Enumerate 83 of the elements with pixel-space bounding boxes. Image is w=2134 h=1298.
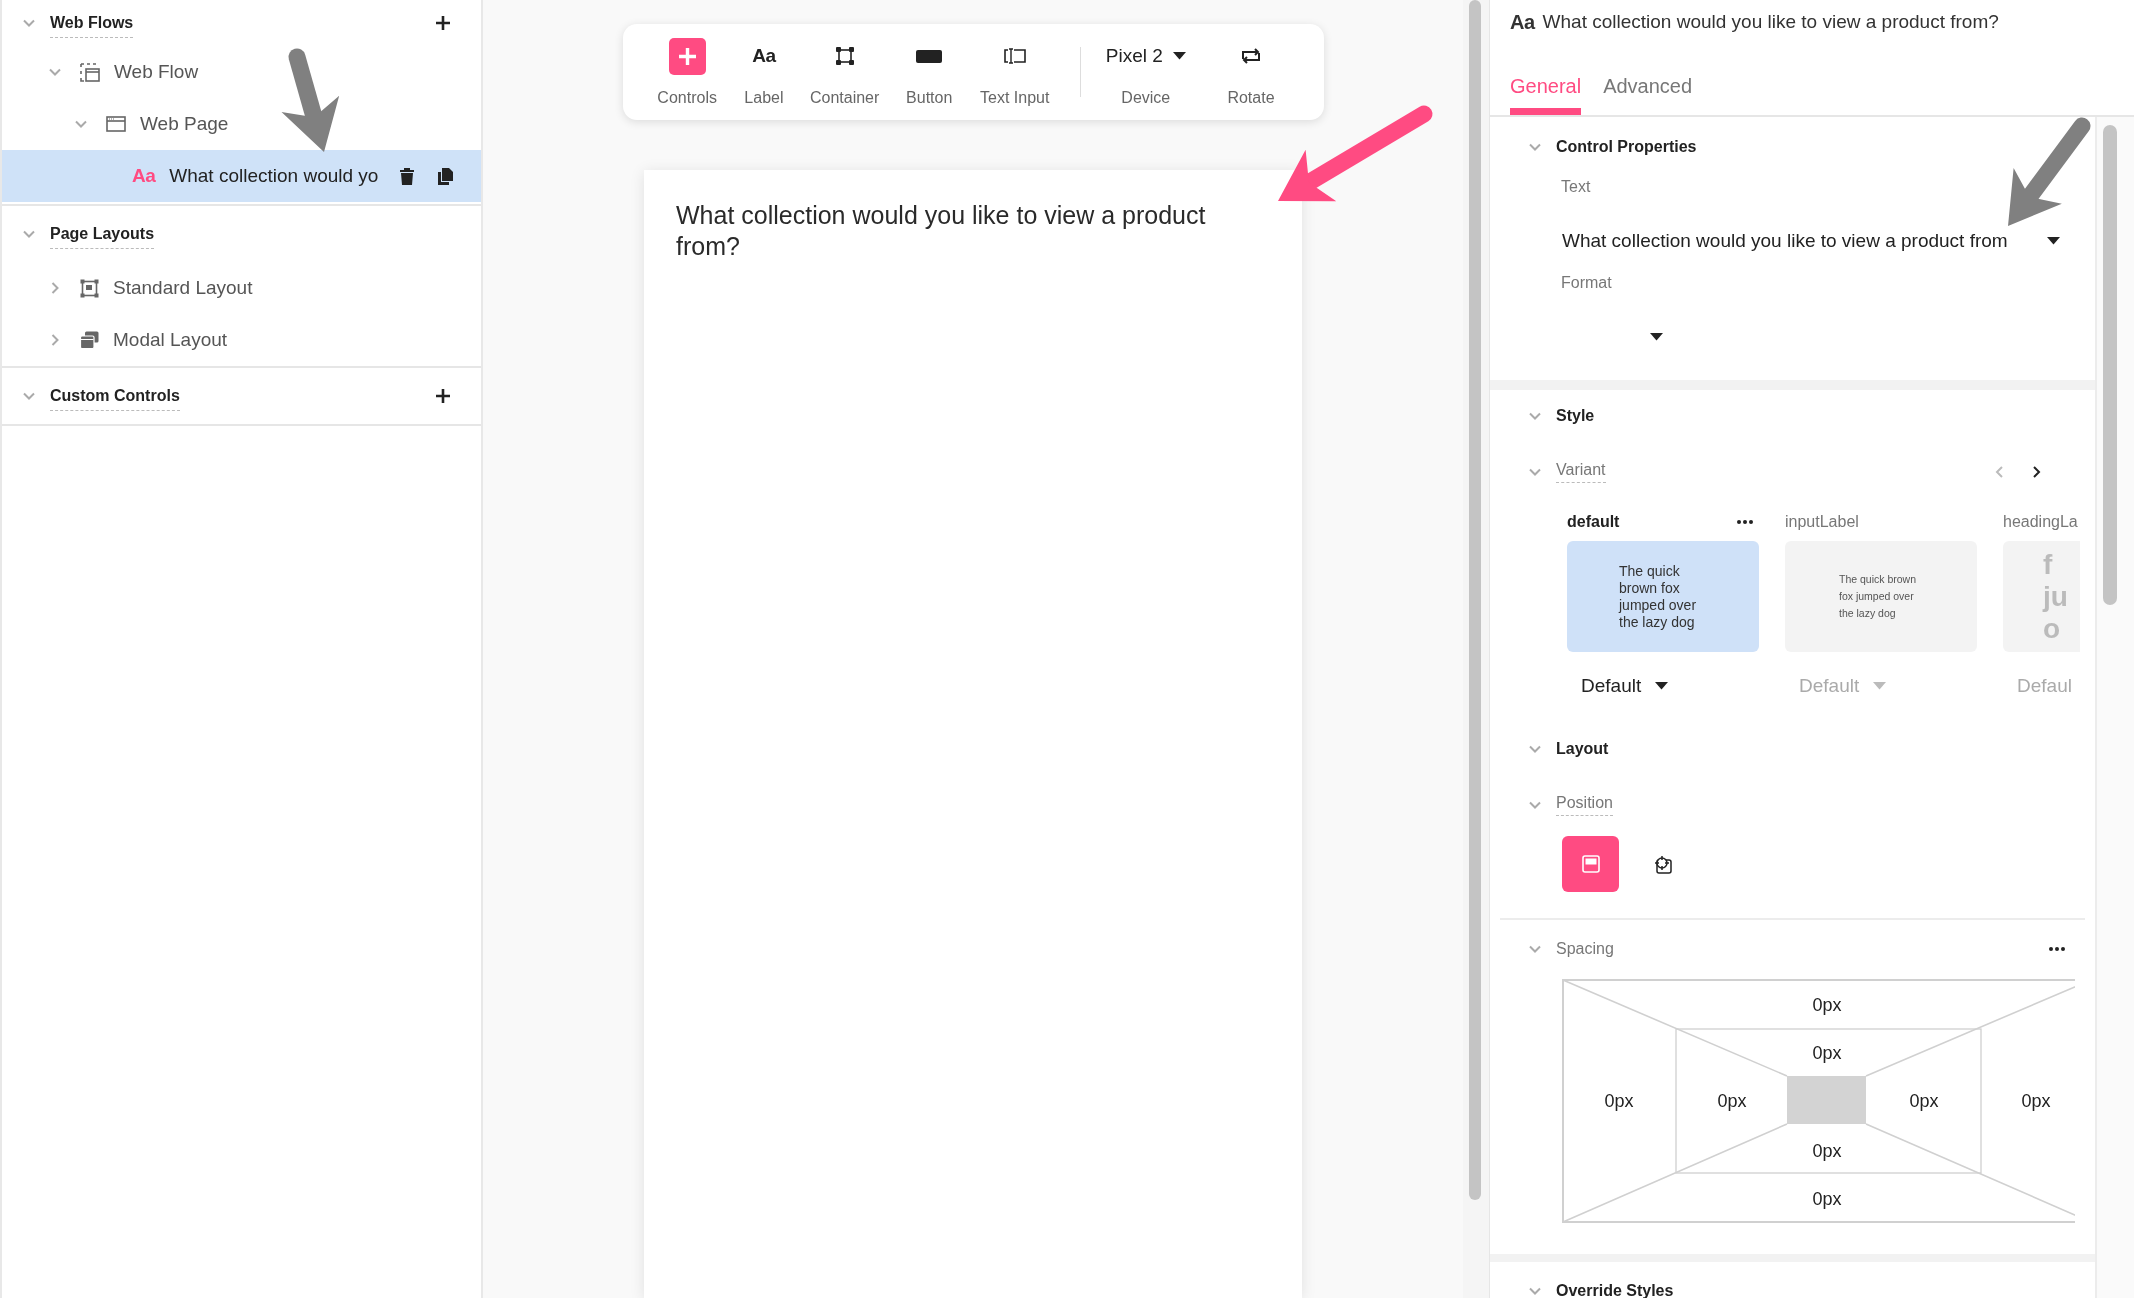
margin-value[interactable]: 0px [1812, 1188, 1842, 1210]
add-button[interactable] [435, 15, 451, 31]
section-title: Page Layouts [50, 225, 155, 249]
margin-value[interactable]: 0px [2021, 1090, 2051, 1112]
rotate-icon [1239, 48, 1262, 64]
label-glyph-icon: Aa [132, 165, 156, 187]
more-icon[interactable] [1737, 520, 1753, 524]
label-glyph-icon: Aa [1510, 10, 1535, 34]
stacked-windows-icon [80, 331, 99, 349]
padding-value[interactable]: 0px [1717, 1090, 1747, 1112]
preview-text: The quick [1619, 562, 1680, 580]
variant-select[interactable]: Default [1567, 671, 1759, 701]
label-glyph-icon: Aa [752, 45, 776, 67]
previous-icon[interactable] [1995, 465, 2005, 479]
variant-name: default [1567, 513, 1620, 531]
tree-item[interactable]: Modal Layout [2, 314, 481, 366]
padding-value[interactable]: 0px [1812, 1140, 1842, 1162]
preview-label-text: What collection would you like to view a product from? [676, 200, 1207, 262]
text-select[interactable]: What collection would you like to view a product from [1554, 217, 2060, 265]
section-title: Web Flows [50, 14, 134, 38]
preview-text: ju [2043, 580, 2068, 613]
more-icon[interactable] [2049, 947, 2065, 951]
tree-item[interactable]: Web Flow [2, 46, 481, 98]
preview-text: f [2043, 548, 2053, 581]
field-label: Text [1561, 177, 1592, 197]
toolbar-button[interactable]: Aa Label [733, 37, 795, 107]
scrollbar-thumb[interactable] [2103, 125, 2117, 605]
section-title: Custom Controls [50, 387, 180, 411]
rotate-button[interactable]: Rotate [1200, 37, 1302, 107]
plus-icon [435, 388, 451, 404]
section-title: Layout [1556, 740, 1609, 758]
caret-icon [1655, 682, 1669, 690]
plus-icon [435, 15, 451, 31]
section-title: Control Properties [1556, 138, 1697, 156]
field-label: Spacing [1556, 940, 1614, 958]
tree-item[interactable]: Standard Layout [2, 262, 481, 314]
variant-name: headingLa [2003, 513, 2078, 531]
field-label: Format [1561, 273, 1613, 293]
delete-icon[interactable] [400, 167, 414, 185]
preview-text: fox jumped over [1839, 589, 1914, 604]
caret-icon [1650, 333, 1663, 341]
text-input-icon [1003, 48, 1026, 64]
button-shape-icon [916, 49, 943, 63]
field-label: Variant [1556, 461, 1606, 483]
tab[interactable]: Advanced [1603, 59, 1693, 115]
preview-text: brown fox [1619, 579, 1680, 597]
toolbar-button[interactable]: Button [895, 37, 964, 107]
plus-icon [668, 37, 706, 75]
margin-value[interactable]: 0px [1812, 994, 1842, 1016]
field-label: Position [1556, 794, 1613, 816]
frame-icon [835, 47, 854, 65]
variant-card[interactable]: The quick brown fox jumped over the lazy dog [1785, 541, 1977, 652]
margin-value[interactable]: 0px [1604, 1090, 1634, 1112]
toolbar-button[interactable]: Text Input [963, 37, 1067, 107]
section-title: Style [1556, 407, 1595, 425]
browser-window-icon [106, 116, 126, 132]
device-label: Device [1121, 89, 1171, 107]
toolbar-button[interactable]: Controls [640, 37, 734, 107]
tree-item[interactable]: Aa What collection would yo [2, 150, 481, 202]
scrollbar-thumb[interactable] [1469, 0, 1481, 1200]
preview-text: The quick brown [1839, 572, 1917, 587]
flow-icon [80, 62, 100, 82]
next-icon[interactable] [2031, 465, 2041, 479]
caret-icon [1873, 682, 1887, 690]
device-select[interactable]: Pixel 2 [1105, 37, 1186, 75]
tree-item[interactable]: Web Page [2, 98, 481, 150]
variant-card[interactable]: The quick brown fox jumped over the lazy dog [1567, 541, 1759, 652]
preview-text: o [2043, 612, 2061, 645]
crosshair-icon [1653, 854, 1673, 874]
caret-icon [1172, 52, 1186, 60]
preview-text: the lazy dog [1619, 613, 1695, 631]
toolbar-button[interactable]: Container [794, 37, 896, 107]
copy-icon[interactable] [438, 167, 453, 185]
inspector-title: What collection would you like to view a product from? [1542, 11, 1999, 33]
caret-icon [2047, 237, 2060, 245]
padding-value[interactable]: 0px [1909, 1090, 1939, 1112]
padding-value[interactable]: 0px [1812, 1042, 1842, 1064]
preview-text: the lazy dog [1839, 606, 1896, 621]
layout-frame-icon [80, 278, 99, 298]
preview-text: jumped over [1619, 596, 1697, 614]
variant-name: inputLabel [1785, 513, 1859, 531]
add-button[interactable] [435, 388, 451, 404]
panel-icon [1581, 855, 1600, 873]
